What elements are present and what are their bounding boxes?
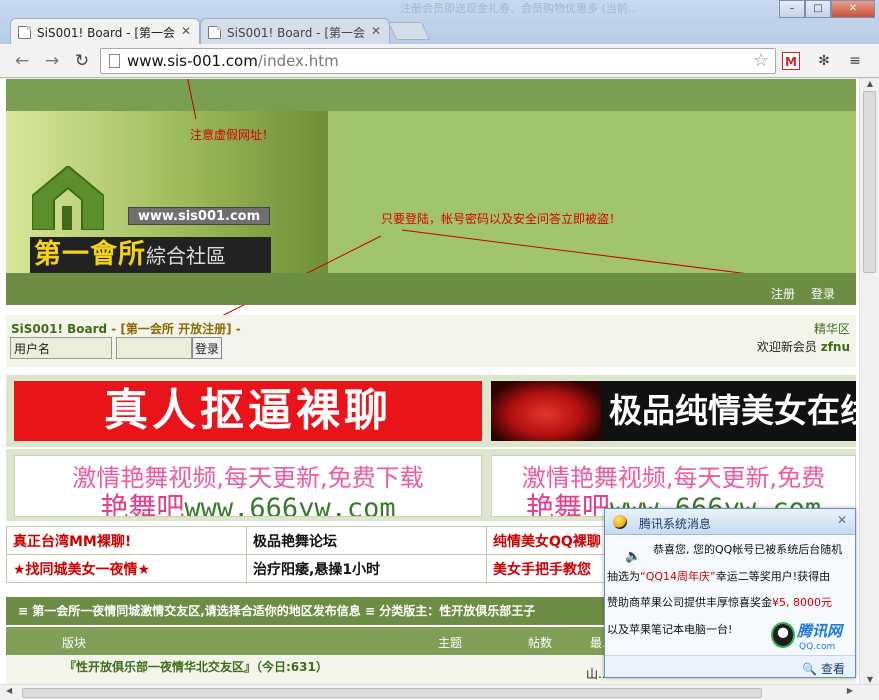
text-link[interactable]: 治疗阳痿,悬操1小时 — [246, 554, 487, 583]
login-link[interactable]: 登录 — [811, 285, 835, 302]
text-link[interactable]: 真正台湾MM裸聊! — [6, 526, 247, 555]
page-icon — [109, 54, 120, 68]
nav-bar — [6, 273, 856, 305]
bookmark-star-icon[interactable]: ☆ — [753, 50, 769, 71]
vertical-scroll-thumb[interactable] — [863, 91, 876, 273]
logo-name: 第一會所綜合社區 — [30, 237, 271, 273]
text-link[interactable]: 极品艳舞论坛 — [246, 526, 487, 555]
tab-title: SiS001! Board - [第一会 — [227, 26, 366, 40]
forum-board-link[interactable]: 『性开放俱乐部一夜情华北交友区』（今日:631） — [64, 658, 328, 675]
scroll-left-icon[interactable]: ◀ — [6, 686, 12, 695]
tab-active[interactable]: SiS001! Board - [第一会 ✕ — [10, 18, 200, 44]
ad-line-1: 激情艳舞视频,每天更新,免费下载 — [72, 464, 424, 492]
text-link[interactable]: ★找同城美女一夜情★ — [6, 554, 247, 583]
ad-banner-beauty[interactable]: 极品纯情美女在线 — [491, 381, 856, 441]
minimize-button[interactable]: – — [779, 0, 805, 18]
close-window-button[interactable]: ✕ — [831, 0, 875, 18]
url-text: www.sis-001.com/index.htm — [127, 52, 339, 70]
new-tab-button[interactable] — [387, 22, 431, 40]
horizontal-scroll-thumb[interactable] — [22, 688, 762, 698]
elite-link[interactable]: 精华区 — [814, 320, 850, 337]
ad-line-1: 激情艳舞视频,每天更新,免费 — [521, 464, 826, 492]
fake-url-annotation: 注意虚假网址！ — [190, 128, 275, 142]
ad-photo — [491, 381, 601, 441]
vertical-scrollbar[interactable]: ▲ ▼ — [859, 79, 879, 684]
message-line-1: 恭喜您, 您的QQ帐号已被系统后台随机 — [653, 543, 843, 556]
scroll-right-icon[interactable]: ▶ — [847, 686, 853, 695]
col-board: 版块 — [62, 636, 87, 650]
back-arrow-icon[interactable]: ← — [12, 51, 32, 71]
col-topics: 主题 — [438, 636, 463, 650]
tab-close-icon[interactable]: ✕ — [371, 24, 381, 38]
tab-close-icon[interactable]: ✕ — [181, 24, 191, 38]
gmail-icon[interactable]: M — [782, 52, 800, 70]
window-controls: – □ ✕ — [779, 0, 875, 18]
site-title: SiS001! Board - [第一会所 开放注册] - — [11, 322, 241, 336]
horizontal-scrollbar[interactable]: ◀ ▶ — [0, 684, 879, 700]
ad-banner-dance-1[interactable]: 激情艳舞视频,每天更新,免费下载 艳舞吧www.666yw.com — [14, 455, 482, 517]
address-bar[interactable]: www.sis-001.com/index.htm ☆ — [100, 48, 776, 74]
register-link[interactable]: 注册 — [771, 285, 795, 302]
qq-system-message-popup: 腾讯系统消息 ✕ 🔈 恭喜您, 您的QQ帐号已被系统后台随机 抽选为“QQ14周… — [604, 508, 856, 678]
reload-icon[interactable]: ↻ — [72, 51, 92, 71]
tencent-logo: 腾讯网 QQ.com — [769, 618, 849, 652]
tab-inactive[interactable]: SiS001! Board - [第一会 ✕ — [200, 18, 390, 44]
background-window-text: 注册会员即送现金礼券、会员购物优惠多 (当前... — [400, 2, 639, 15]
username-input[interactable] — [10, 337, 112, 359]
popup-footer: 🔍 查看 — [605, 655, 855, 677]
popup-titlebar: 腾讯系统消息 ✕ — [605, 509, 855, 535]
forward-arrow-icon[interactable]: → — [42, 51, 62, 71]
welcome-new-member: 欢迎新会员 zfnu — [756, 340, 850, 354]
popup-title: 腾讯系统消息 — [639, 517, 712, 531]
view-button[interactable]: 🔍 查看 — [802, 660, 845, 677]
qq-icon — [613, 515, 627, 529]
ad-line-2: 艳舞吧www.666yw.com — [100, 491, 396, 517]
scroll-up-icon[interactable]: ▲ — [860, 79, 879, 88]
menu-icon[interactable]: ≡ — [846, 52, 864, 70]
penguin-icon — [771, 622, 795, 648]
col-posts: 帖数 — [528, 636, 553, 650]
page-favicon-icon — [18, 26, 31, 39]
page-favicon-icon — [208, 26, 221, 39]
message-line-2: 抽选为“QQ14周年庆”幸运二等奖用户!获得由 — [607, 570, 831, 583]
popup-close-icon[interactable]: ✕ — [837, 513, 847, 527]
popup-message: 🔈 恭喜您, 您的QQ帐号已被系统后台随机 抽选为“QQ14周年庆”幸运二等奖用… — [605, 536, 855, 656]
window-titlebar: 注册会员即送现金礼券、会员购物优惠多 (当前... SiS001! Board … — [0, 0, 879, 44]
message-line-4: 以及苹果笔记本电脑一台! — [607, 623, 733, 636]
new-member-link[interactable]: zfnu — [821, 340, 850, 354]
house-logo-icon — [32, 166, 104, 230]
bug-extension-icon[interactable]: ✻ — [815, 52, 833, 70]
ad-banner-text: 极品纯情美女在线 — [609, 391, 856, 430]
page-top-bar — [6, 79, 856, 111]
logo-url-text: www.sis001.com — [128, 207, 270, 225]
ad-banner-video-chat[interactable]: 真人抠逼裸聊 — [14, 381, 482, 441]
scroll-down-icon[interactable]: ▼ — [860, 675, 879, 684]
password-input[interactable] — [116, 337, 192, 359]
browser-toolbar: ← → ↻ www.sis-001.com/index.htm ☆ M ✻ ≡ — [0, 44, 879, 78]
maximize-button[interactable]: □ — [805, 0, 831, 18]
login-submit-button[interactable]: 登录 — [192, 337, 222, 359]
tab-title: SiS001! Board - [第一会 — [37, 26, 176, 40]
login-warning-annotation: 只要登陆，帐号密码以及安全问答立即被盗！ — [381, 212, 622, 226]
site-logo[interactable]: www.sis001.com 第一會所綜合社區 — [6, 111, 328, 273]
message-line-3: 赞助商苹果公司提供丰厚惊喜奖金¥5, 8000元 — [607, 596, 832, 609]
